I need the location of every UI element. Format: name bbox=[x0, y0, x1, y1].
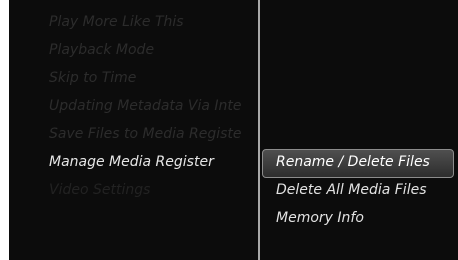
menu-item-manage-media-register[interactable]: Manage Media Register bbox=[49, 152, 258, 172]
menu-item-playback-mode[interactable]: Playback Mode bbox=[49, 40, 258, 60]
submenu-item-memory-info[interactable]: Memory Info bbox=[276, 208, 364, 228]
menu-item-video-settings[interactable]: Video Settings bbox=[49, 180, 258, 200]
menu-item-save-files-to-media-register[interactable]: Save Files to Media Registe bbox=[49, 124, 258, 144]
menu-item-updating-metadata[interactable]: Updating Metadata Via Inte bbox=[49, 96, 258, 116]
media-screen: Play More Like This Playback Mode Skip t… bbox=[9, 0, 458, 260]
submenu-item-delete-all-media-files[interactable]: Delete All Media Files bbox=[276, 180, 427, 200]
manage-media-register-submenu: Rename / Delete Files Delete All Media F… bbox=[260, 0, 458, 260]
menu-item-play-more-like-this[interactable]: Play More Like This bbox=[49, 12, 258, 32]
submenu-item-rename-delete-files[interactable]: Rename / Delete Files bbox=[276, 152, 430, 172]
menu-item-skip-to-time[interactable]: Skip to Time bbox=[49, 68, 258, 88]
media-main-menu: Play More Like This Playback Mode Skip t… bbox=[9, 0, 258, 260]
